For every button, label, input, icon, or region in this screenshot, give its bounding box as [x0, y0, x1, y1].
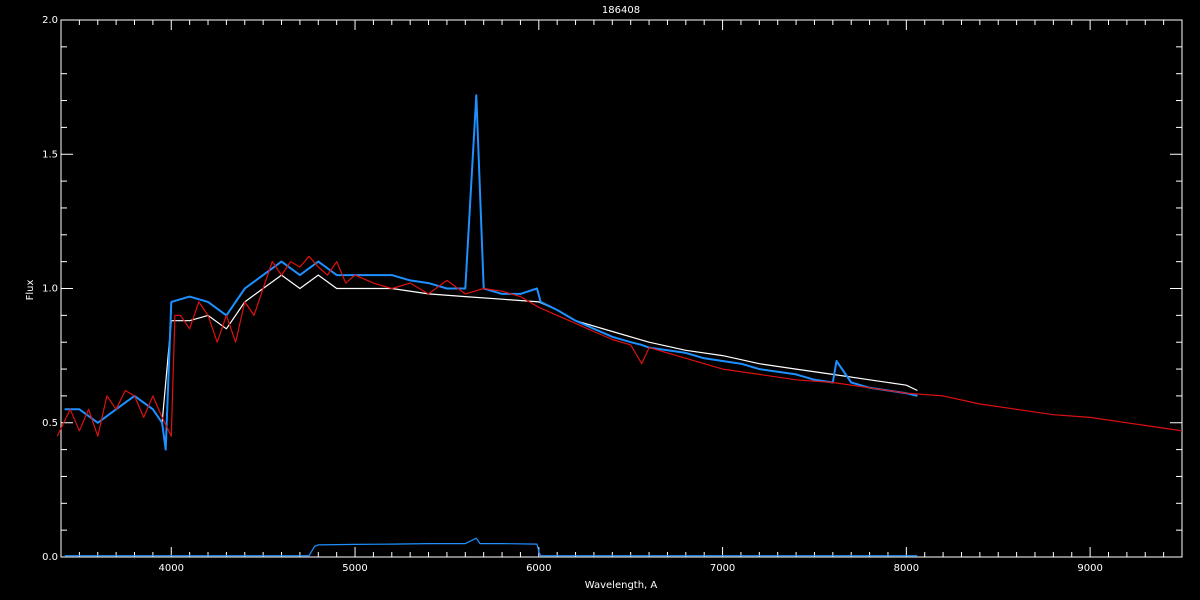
y-tick-label: 1.0	[42, 284, 58, 295]
x-tick-label: 5000	[342, 563, 367, 574]
x-tick-label: 4000	[159, 563, 184, 574]
x-tick-label: 7000	[710, 563, 735, 574]
x-tick-label: 8000	[894, 563, 919, 574]
y-tick-label: 0.5	[42, 418, 58, 429]
x-tick-label: 9000	[1077, 563, 1102, 574]
y-tick-label: 0.0	[42, 552, 58, 563]
chart-title: 186408	[602, 5, 640, 16]
x-axis-label: Wavelength, A	[585, 580, 658, 591]
y-tick-label: 2.0	[42, 15, 58, 26]
x-tick-label: 6000	[526, 563, 551, 574]
y-axis-label: Flux	[25, 280, 36, 301]
spectrum-chart: 4000 5000 6000 7000 8000 90000.00.51.01.52.0 …	[0, 0, 1200, 600]
y-tick-label: 1.5	[42, 149, 58, 160]
